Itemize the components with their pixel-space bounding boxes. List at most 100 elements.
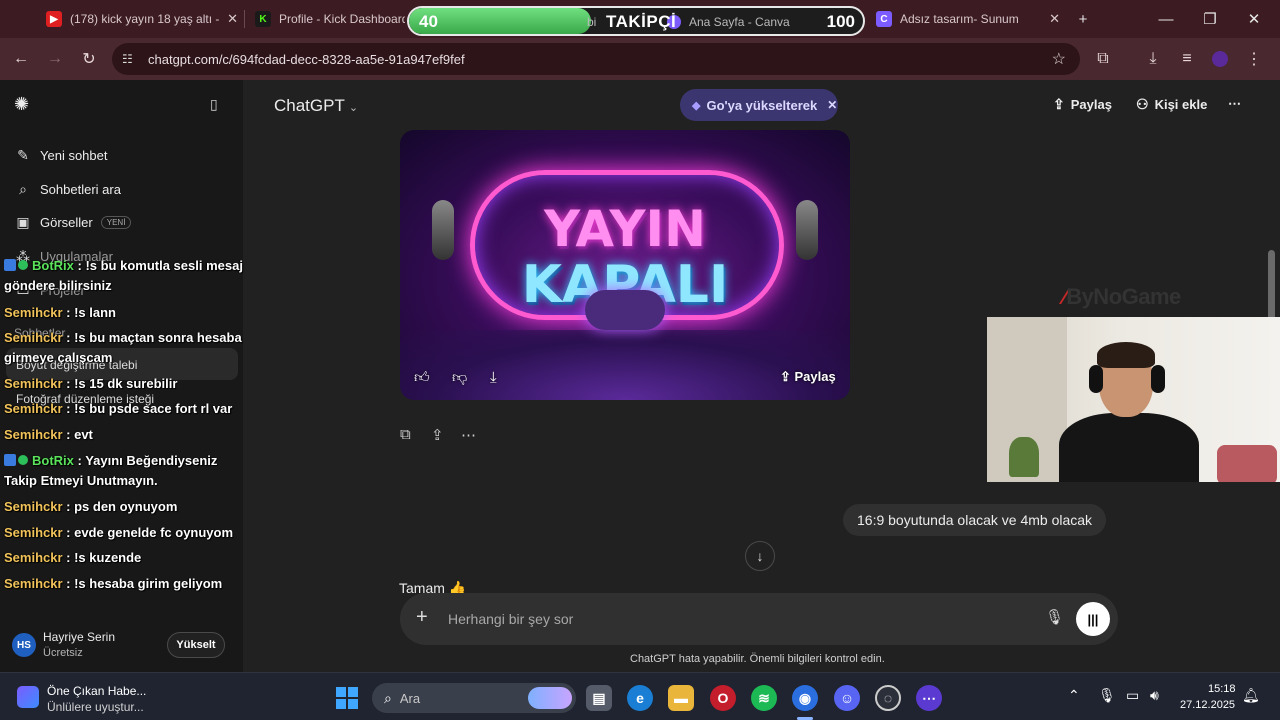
voice-mode-button[interactable]: ||| (1076, 602, 1110, 636)
image-text-line1: YAYIN (544, 200, 706, 258)
tab-title-ghost: Ana Sayfa - Canva (689, 15, 790, 29)
sidebar-item-images[interactable]: ▣ Görseller YENİ (12, 207, 132, 237)
taskbar-search[interactable]: ⌕ (372, 683, 576, 713)
browser-tab-canva-sunum[interactable]: C Adsız tasarım- Sunum ✕ (866, 4, 1066, 34)
image-share-button[interactable]: ⇪ Paylaş (780, 369, 836, 385)
upgrade-button[interactable]: Yükselt (167, 632, 225, 658)
share-icon[interactable]: ⇪ (431, 426, 444, 444)
messenger-icon[interactable]: ⋯ (916, 685, 942, 711)
microphone-icon[interactable]: 🎙︎ (1045, 608, 1064, 626)
browser-menu-icon[interactable]: ⋮ (1241, 46, 1267, 72)
close-tab-icon[interactable]: ✕ (227, 11, 238, 27)
headset-icon (1089, 365, 1103, 393)
chat-username: BotRix (32, 258, 74, 273)
webcam-plant (1009, 437, 1039, 477)
browser-toolbar: ← → ↻ ☷ chatgpt.com/c/694fcdad-decc-8328… (0, 38, 1280, 80)
windows-taskbar: Öne Çıkan Habe... Ünlülere uyuştur... ⌕ … (0, 672, 1280, 720)
webcam-overlay (987, 317, 1280, 482)
microphone-icon[interactable]: 🎙︎ (1098, 687, 1116, 704)
image-clouds (400, 330, 850, 400)
chat-message: BotRix : !s bu komutla sesli mesaj gönde… (4, 256, 248, 296)
download-icon[interactable]: ⤓ (1140, 46, 1166, 72)
sidebar-item-search[interactable]: ⌕ Sohbetleri ara (12, 174, 121, 204)
model-selector[interactable]: ChatGPT ⌄ (274, 96, 358, 116)
bookmark-star-icon[interactable]: ☆ (1052, 49, 1066, 69)
headset-icon (1151, 365, 1165, 393)
new-badge: YENİ (100, 215, 132, 229)
network-icon[interactable]: ▭ (1126, 687, 1139, 704)
sidebar-item-new-chat[interactable]: ✎ Yeni sohbet (12, 140, 107, 170)
prompt-input[interactable] (448, 607, 1008, 631)
forward-arrow-icon[interactable]: → (42, 46, 68, 72)
plus-icon[interactable]: + (416, 606, 428, 629)
user-message: 16:9 boyutunda olacak ve 4mb olacak (843, 504, 1107, 536)
file-explorer-icon[interactable]: ▬ (668, 685, 694, 711)
generated-image[interactable]: YAYIN KAPALI 👍︎ 👎︎ ⤓ ⇪ Paylaş (400, 130, 850, 400)
more-actions-icon[interactable]: ⋯ (461, 426, 476, 444)
profile-avatar-icon[interactable] (1207, 46, 1233, 72)
model-name: ChatGPT (274, 96, 345, 115)
chat-username: Semihckr (4, 330, 63, 345)
copy-icon[interactable]: ⧉ (400, 426, 411, 443)
chat-message: Semihckr : !s bu maçtan sonra hesaba gir… (4, 328, 248, 368)
add-people-button[interactable]: ⚇ Kişi ekle (1136, 96, 1207, 113)
new-tab-button[interactable]: + (1060, 0, 1106, 38)
openai-logo-icon[interactable]: ✺ (14, 94, 29, 115)
media-control-icon[interactable]: ≡ (1174, 46, 1200, 72)
thumbs-up-icon[interactable]: 👍︎ (414, 369, 430, 387)
chat-username: Semihckr (4, 376, 63, 391)
chat-message: BotRix : Yayını Beğendiyseniz Takip Etme… (4, 451, 248, 491)
more-options-icon[interactable]: ⋯ (1228, 96, 1241, 112)
bot-badge-icon (4, 454, 16, 466)
reload-icon[interactable]: ↻ (76, 46, 102, 72)
add-people-label: Kişi ekle (1154, 97, 1208, 112)
discord-icon[interactable]: ☺ (834, 685, 860, 711)
browser-tab-kick[interactable]: K Profile - Kick Dashboard (245, 4, 405, 34)
screen: ▶ (178) kick yayın 18 yaş altı - ✕ K Pro… (0, 0, 1280, 720)
news-title[interactable]: Öne Çıkan Habe... (47, 684, 146, 698)
toggle-sidebar-icon[interactable]: ▯ (210, 96, 218, 113)
news-subtitle[interactable]: Ünlülere uyuştur... (47, 700, 144, 714)
scrollbar[interactable] (1268, 250, 1275, 320)
clock-time[interactable]: 15:18 (1208, 683, 1236, 695)
minimize-button[interactable]: — (1143, 0, 1189, 38)
close-icon[interactable]: ✕ (827, 98, 837, 112)
scroll-down-button[interactable]: ↓ (745, 541, 775, 571)
user-profile[interactable]: HS Hayriye Serin Ücretsiz Yükselt (12, 628, 232, 664)
search-highlight-image (528, 687, 572, 709)
notification-bell-icon[interactable]: 🔔︎ (1242, 687, 1260, 704)
site-info-icon[interactable]: ☷ (122, 52, 142, 66)
browser-tab-strip: ▶ (178) kick yayın 18 yaş altı - ✕ K Pro… (0, 0, 1280, 38)
back-arrow-icon[interactable]: ← (8, 46, 34, 72)
download-icon[interactable]: ⤓ (490, 369, 497, 386)
share-icon: ⇪ (1053, 96, 1065, 112)
close-tab-icon[interactable]: ✕ (1049, 11, 1060, 27)
image-icon: ▣ (16, 213, 30, 230)
volume-icon[interactable]: 🔊︎ (1150, 687, 1159, 704)
share-label: Paylaş (1070, 97, 1112, 112)
upgrade-go-pill[interactable]: ◆ Go'ya yükselterek ✕ (680, 89, 838, 121)
windows-start-icon[interactable] (336, 687, 358, 709)
obs-icon[interactable]: ◌ (875, 685, 901, 711)
address-bar[interactable]: ☷ chatgpt.com/c/694fcdad-decc-8328-aa5e-… (112, 43, 1080, 75)
taskbar-search-input[interactable] (399, 690, 510, 706)
chat-message: Semihckr : evde genelde fc oynuyom (4, 523, 248, 543)
close-window-button[interactable]: ✕ (1231, 0, 1277, 38)
maximize-button[interactable]: ❐ (1187, 0, 1233, 38)
share-button[interactable]: ⇪ Paylaş (1053, 96, 1112, 113)
chrome-icon[interactable]: ◉ (792, 685, 818, 711)
edge-icon[interactable]: e (627, 685, 653, 711)
clock-date[interactable]: 27.12.2025 (1180, 699, 1235, 711)
spotify-icon[interactable]: ≋ (751, 685, 777, 711)
bot-badge-icon (4, 259, 16, 271)
verified-icon (18, 260, 28, 270)
extensions-icon[interactable]: ⧉ (1090, 46, 1116, 72)
chevron-up-icon[interactable]: ⌃ (1068, 687, 1080, 704)
opera-icon[interactable]: O (710, 685, 736, 711)
task-view-icon[interactable]: ▤ (586, 685, 612, 711)
thumbs-down-icon[interactable]: 👎︎ (452, 369, 467, 387)
tab-title: Adsız tasarım- Sunum (900, 12, 1019, 26)
sidebar-item-label: Sohbetleri ara (40, 181, 121, 197)
browser-tab-youtube[interactable]: ▶ (178) kick yayın 18 yaş altı - ✕ (36, 4, 244, 34)
news-widget-icon[interactable] (17, 686, 39, 708)
